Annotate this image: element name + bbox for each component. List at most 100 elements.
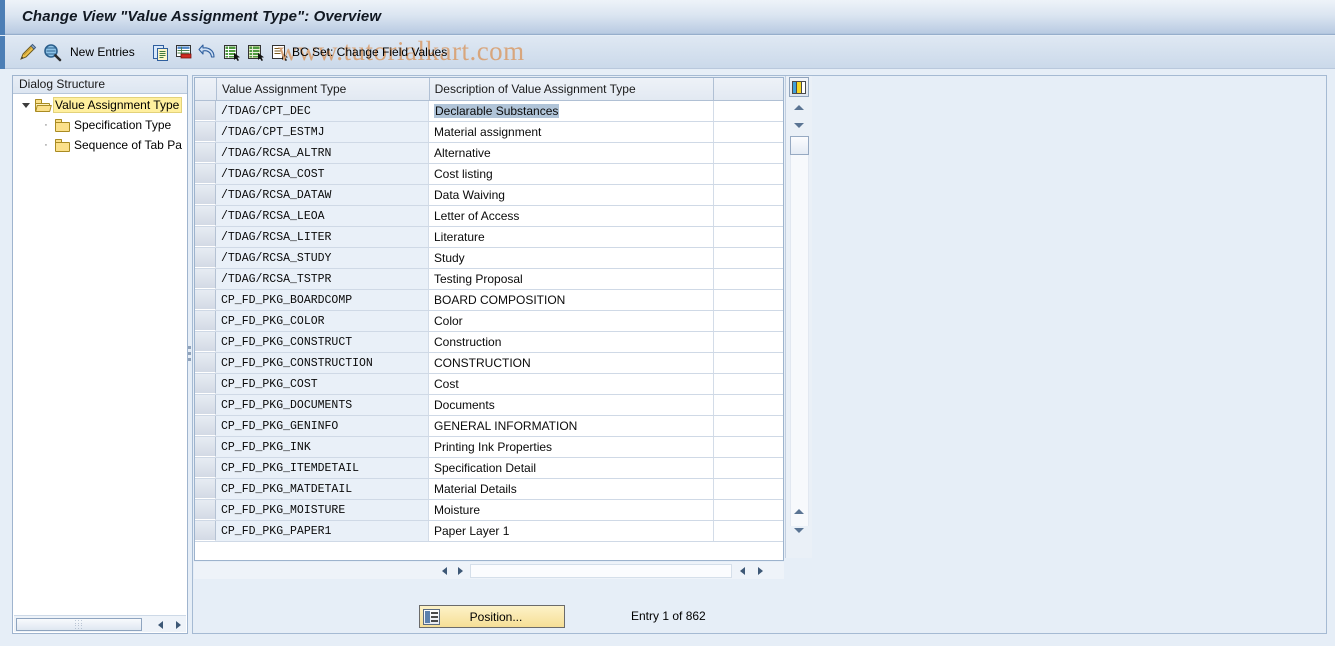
column-header-value-assignment-type[interactable]: Value Assignment Type bbox=[217, 78, 430, 100]
cell-value-assignment-type[interactable]: CP_FD_PKG_COLOR bbox=[216, 311, 429, 331]
display-details-button[interactable] bbox=[42, 41, 62, 63]
sidebar-scroll-right-button[interactable] bbox=[171, 618, 185, 631]
hscroll-track[interactable] bbox=[470, 564, 732, 578]
sidebar-horizontal-scrollbar[interactable]: :::::: bbox=[14, 615, 186, 632]
cell-description[interactable]: Paper Layer 1 bbox=[429, 521, 714, 541]
undo-button[interactable] bbox=[198, 41, 218, 63]
table-row[interactable]: /TDAG/RCSA_LEOA Letter of Access bbox=[195, 206, 783, 227]
new-entries-button[interactable]: New Entries bbox=[70, 41, 135, 63]
cell-value-assignment-type[interactable]: /TDAG/CPT_ESTMJ bbox=[216, 122, 429, 142]
table-row[interactable]: CP_FD_PKG_PAPER1 Paper Layer 1 bbox=[195, 521, 783, 542]
cell-value-assignment-type[interactable]: CP_FD_PKG_GENINFO bbox=[216, 416, 429, 436]
scroll-page-up-button[interactable] bbox=[790, 504, 808, 519]
cell-description[interactable]: Color bbox=[429, 311, 714, 331]
table-row[interactable]: CP_FD_PKG_COST Cost bbox=[195, 374, 783, 395]
cell-description[interactable]: Data Waiving bbox=[429, 185, 714, 205]
scroll-up-button[interactable] bbox=[790, 100, 808, 115]
table-row[interactable]: CP_FD_PKG_CONSTRUCTION CONSTRUCTION bbox=[195, 353, 783, 374]
hscroll-left-button[interactable] bbox=[436, 564, 452, 578]
cell-description[interactable]: Material Details bbox=[429, 479, 714, 499]
table-row[interactable]: CP_FD_PKG_GENINFO GENERAL INFORMATION bbox=[195, 416, 783, 437]
table-row[interactable]: CP_FD_PKG_CONSTRUCT Construction bbox=[195, 332, 783, 353]
cell-value-assignment-type[interactable]: CP_FD_PKG_CONSTRUCTION bbox=[216, 353, 429, 373]
table-row[interactable]: CP_FD_PKG_BOARDCOMP BOARD COMPOSITION bbox=[195, 290, 783, 311]
table-row[interactable]: CP_FD_PKG_ITEMDETAIL Specification Detail bbox=[195, 458, 783, 479]
cell-value-assignment-type[interactable]: /TDAG/RCSA_DATAW bbox=[216, 185, 429, 205]
scroll-down-button[interactable] bbox=[790, 118, 808, 133]
row-select-box[interactable] bbox=[195, 248, 216, 268]
cell-value-assignment-type[interactable]: /TDAG/CPT_DEC bbox=[216, 101, 429, 121]
cell-description[interactable]: Literature bbox=[429, 227, 714, 247]
row-select-box[interactable] bbox=[195, 290, 216, 310]
cell-description[interactable]: Study bbox=[429, 248, 714, 268]
table-row[interactable]: CP_FD_PKG_INK Printing Ink Properties bbox=[195, 437, 783, 458]
table-row[interactable]: /TDAG/RCSA_STUDY Study bbox=[195, 248, 783, 269]
scroll-thumb[interactable] bbox=[790, 136, 809, 155]
scroll-track[interactable] bbox=[790, 155, 809, 526]
scroll-page-down-button[interactable] bbox=[790, 523, 808, 538]
cell-value-assignment-type[interactable]: /TDAG/RCSA_COST bbox=[216, 164, 429, 184]
cell-value-assignment-type[interactable]: CP_FD_PKG_ITEMDETAIL bbox=[216, 458, 429, 478]
hscroll-right-button-2[interactable] bbox=[752, 564, 768, 578]
column-header-description[interactable]: Description of Value Assignment Type bbox=[430, 78, 715, 100]
cell-value-assignment-type[interactable]: CP_FD_PKG_PAPER1 bbox=[216, 521, 429, 541]
cell-description[interactable]: Declarable Substances bbox=[429, 101, 714, 121]
table-row[interactable]: CP_FD_PKG_COLOR Color bbox=[195, 311, 783, 332]
cell-description[interactable]: Specification Detail bbox=[429, 458, 714, 478]
cell-description[interactable]: BOARD COMPOSITION bbox=[429, 290, 714, 310]
cell-value-assignment-type[interactable]: CP_FD_PKG_DOCUMENTS bbox=[216, 395, 429, 415]
sidebar-scroll-thumb[interactable]: :::::: bbox=[16, 618, 142, 631]
table-row[interactable]: /TDAG/CPT_DEC Declarable Substances bbox=[195, 101, 783, 122]
row-select-box[interactable] bbox=[195, 353, 216, 373]
copy-as-button[interactable] bbox=[151, 41, 171, 63]
row-select-box[interactable] bbox=[195, 374, 216, 394]
cell-description[interactable]: GENERAL INFORMATION bbox=[429, 416, 714, 436]
table-row[interactable]: CP_FD_PKG_MOISTURE Moisture bbox=[195, 500, 783, 521]
table-row[interactable]: /TDAG/RCSA_DATAW Data Waiving bbox=[195, 185, 783, 206]
row-select-box[interactable] bbox=[195, 269, 216, 289]
row-select-box[interactable] bbox=[195, 185, 216, 205]
row-select-box[interactable] bbox=[195, 122, 216, 142]
sidebar-scroll-left-button[interactable] bbox=[153, 618, 167, 631]
row-select-box[interactable] bbox=[195, 479, 216, 499]
row-select-box[interactable] bbox=[195, 437, 216, 457]
cell-description[interactable]: Cost bbox=[429, 374, 714, 394]
row-select-box[interactable] bbox=[195, 227, 216, 247]
table-row[interactable]: CP_FD_PKG_MATDETAIL Material Details bbox=[195, 479, 783, 500]
table-row[interactable]: /TDAG/RCSA_LITER Literature bbox=[195, 227, 783, 248]
table-settings-button[interactable] bbox=[789, 77, 809, 97]
hscroll-right-button[interactable] bbox=[452, 564, 468, 578]
cell-description[interactable]: Alternative bbox=[429, 143, 714, 163]
hscroll-left-button-2[interactable] bbox=[734, 564, 750, 578]
table-row[interactable]: /TDAG/RCSA_ALTRN Alternative bbox=[195, 143, 783, 164]
deselect-all-button[interactable] bbox=[246, 41, 266, 63]
bc-set-field-values-button[interactable] bbox=[270, 41, 290, 63]
row-select-box[interactable] bbox=[195, 206, 216, 226]
row-select-box[interactable] bbox=[195, 164, 216, 184]
cell-value-assignment-type[interactable]: CP_FD_PKG_BOARDCOMP bbox=[216, 290, 429, 310]
cell-description[interactable]: Construction bbox=[429, 332, 714, 352]
tree-item-sequence-of-tab-pages[interactable]: · Sequence of Tab Pa bbox=[13, 135, 187, 155]
cell-description[interactable]: Cost listing bbox=[429, 164, 714, 184]
cell-value-assignment-type[interactable]: /TDAG/RCSA_STUDY bbox=[216, 248, 429, 268]
cell-description[interactable]: Documents bbox=[429, 395, 714, 415]
row-select-box[interactable] bbox=[195, 500, 216, 520]
cell-description[interactable]: Printing Ink Properties bbox=[429, 437, 714, 457]
table-row[interactable]: /TDAG/RCSA_COST Cost listing bbox=[195, 164, 783, 185]
bc-set-label-wrap[interactable]: BC Set: Change Field Values bbox=[292, 41, 447, 63]
cell-description[interactable]: Moisture bbox=[429, 500, 714, 520]
cell-description[interactable]: Letter of Access bbox=[429, 206, 714, 226]
table-row[interactable]: CP_FD_PKG_DOCUMENTS Documents bbox=[195, 395, 783, 416]
select-all-rows-cell[interactable] bbox=[195, 78, 217, 100]
table-vertical-scrollbar[interactable] bbox=[785, 76, 812, 558]
cell-value-assignment-type[interactable]: /TDAG/RCSA_TSTPR bbox=[216, 269, 429, 289]
row-select-box[interactable] bbox=[195, 332, 216, 352]
row-select-box[interactable] bbox=[195, 458, 216, 478]
table-row[interactable]: /TDAG/RCSA_TSTPR Testing Proposal bbox=[195, 269, 783, 290]
tree-item-value-assignment-type[interactable]: Value Assignment Type bbox=[13, 95, 187, 115]
cell-value-assignment-type[interactable]: CP_FD_PKG_MOISTURE bbox=[216, 500, 429, 520]
row-select-box[interactable] bbox=[195, 416, 216, 436]
row-select-box[interactable] bbox=[195, 311, 216, 331]
cell-value-assignment-type[interactable]: CP_FD_PKG_CONSTRUCT bbox=[216, 332, 429, 352]
cell-description[interactable]: Testing Proposal bbox=[429, 269, 714, 289]
